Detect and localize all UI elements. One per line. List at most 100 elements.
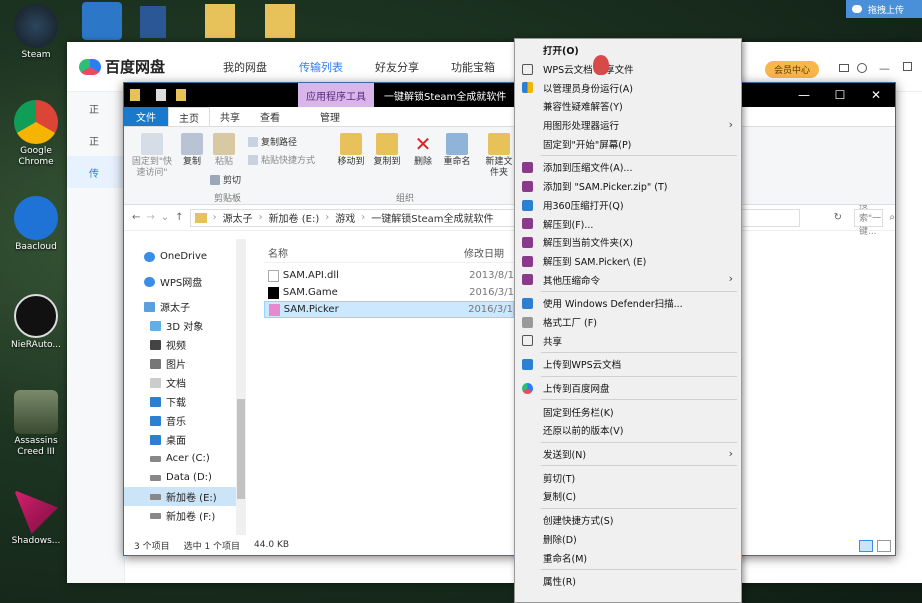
- nav-desktop[interactable]: 桌面: [124, 430, 245, 449]
- copy-to-button[interactable]: 复制到: [370, 133, 404, 168]
- refresh-icon[interactable]: ↻: [834, 212, 842, 223]
- baidu-side-downloading[interactable]: 正: [67, 92, 124, 124]
- tab-home[interactable]: 主页: [168, 107, 210, 126]
- menu-item-rename[interactable]: 重命名(M): [515, 548, 741, 567]
- breadcrumb-current[interactable]: 一键解锁Steam全成就软件: [371, 210, 493, 225]
- menu-item-open[interactable]: 打开(O): [515, 41, 741, 60]
- vip-center-button[interactable]: 会员中心: [765, 61, 819, 78]
- breadcrumb-games[interactable]: 游戏: [335, 210, 355, 225]
- app-shortcut-icon[interactable]: [82, 2, 122, 40]
- baidu-nav-my-disk[interactable]: 我的网盘: [223, 59, 267, 75]
- breadcrumb-drive-e[interactable]: 新加卷 (E:): [269, 210, 320, 225]
- new-folder-button[interactable]: 新建文件夹: [482, 133, 516, 179]
- minimize-icon[interactable]: —: [879, 62, 890, 75]
- nav-music[interactable]: 音乐: [124, 411, 245, 430]
- nav-this-pc[interactable]: 源太子: [124, 297, 245, 316]
- menu-item-delete[interactable]: 删除(D): [515, 530, 741, 549]
- column-name[interactable]: 名称: [264, 245, 464, 260]
- nav-pictures[interactable]: 图片: [124, 354, 245, 373]
- rename-button[interactable]: 重命名: [440, 133, 474, 168]
- baidu-nav-transfer[interactable]: 传输列表: [299, 59, 343, 75]
- search-icon[interactable]: ⌕: [889, 212, 895, 223]
- tab-manage[interactable]: 管理: [310, 107, 350, 126]
- forward-arrow-icon[interactable]: →: [146, 212, 154, 223]
- baidu-nav-share[interactable]: 好友分享: [375, 59, 419, 75]
- tab-file[interactable]: 文件: [124, 107, 168, 126]
- cut-button[interactable]: 剪切: [210, 173, 241, 186]
- desktop-icon-shadows[interactable]: Shadows...: [8, 490, 64, 547]
- back-arrow-icon[interactable]: ←: [132, 212, 140, 223]
- menu-item-pin-taskbar[interactable]: 固定到任务栏(K): [515, 402, 741, 421]
- minimize-button[interactable]: —: [786, 83, 822, 107]
- desktop-icon-steam[interactable]: Steam: [8, 4, 64, 61]
- menu-item-add-archive[interactable]: 添加到压缩文件(A)...: [515, 158, 741, 177]
- search-input[interactable]: 搜索"一键...: [853, 201, 884, 237]
- baidu-side-complete[interactable]: 传: [67, 156, 124, 188]
- menu-item-upload-wps[interactable]: 上传到WPS云文档: [515, 355, 741, 374]
- nav-videos[interactable]: 视频: [124, 335, 245, 354]
- mail-icon[interactable]: [839, 64, 849, 72]
- nav-scrollbar[interactable]: [236, 239, 246, 535]
- chevron-down-icon[interactable]: ⌄: [161, 212, 169, 223]
- tab-share[interactable]: 共享: [210, 107, 250, 126]
- menu-item-cut[interactable]: 剪切(T): [515, 468, 741, 487]
- maximize-button[interactable]: ☐: [822, 83, 858, 107]
- nav-wps[interactable]: WPS网盘: [124, 272, 245, 291]
- desktop-icon-baacloud[interactable]: Baacloud: [8, 196, 64, 253]
- file-row[interactable]: SAM.API.dll 2013/8/1: [264, 267, 514, 284]
- nav-onedrive[interactable]: OneDrive: [124, 247, 245, 266]
- menu-item-compat-troubleshoot[interactable]: 兼容性疑难解答(Y): [515, 97, 741, 116]
- nav-drive-d[interactable]: Data (D:): [124, 468, 245, 487]
- column-date[interactable]: 修改日期: [464, 245, 504, 260]
- up-arrow-icon[interactable]: ↑: [175, 212, 183, 223]
- menu-item-other-compress[interactable]: 其他压缩命令 ›: [515, 270, 741, 289]
- menu-item-run-as-admin[interactable]: 以管理员身份运行(A): [515, 78, 741, 97]
- word-icon[interactable]: [140, 6, 166, 38]
- desktop-icon-chrome[interactable]: Google Chrome: [8, 100, 64, 168]
- menu-item-defender-scan[interactable]: 使用 Windows Defender扫描...: [515, 294, 741, 313]
- menu-item-extract-here[interactable]: 解压到当前文件夹(X): [515, 233, 741, 252]
- menu-item-extract-to[interactable]: 解压到(F)...: [515, 214, 741, 233]
- file-row[interactable]: SAM.Game 2016/3/1: [264, 284, 514, 301]
- paste-shortcut-button[interactable]: 粘贴快捷方式: [248, 153, 315, 166]
- nav-downloads[interactable]: 下载: [124, 392, 245, 411]
- nav-documents[interactable]: 文档: [124, 373, 245, 392]
- folder-icon[interactable]: [265, 4, 295, 38]
- gear-icon[interactable]: [857, 63, 867, 73]
- close-button[interactable]: ✕: [858, 83, 894, 107]
- new-folder-icon[interactable]: [176, 89, 186, 101]
- scrollbar-thumb[interactable]: [237, 399, 245, 499]
- menu-item-restore-versions[interactable]: 还原以前的版本(V): [515, 421, 741, 440]
- nav-drive-c[interactable]: Acer (C:): [124, 449, 245, 468]
- desktop-icon-assassins-creed[interactable]: Assassins Creed III: [8, 390, 64, 458]
- menu-item-upload-baidu[interactable]: 上传到百度网盘: [515, 379, 741, 398]
- menu-item-wps-share[interactable]: WPS云文档 分享文件: [515, 60, 741, 79]
- file-row-selected[interactable]: SAM.Picker 2016/3/1: [264, 301, 514, 318]
- upload-drag-button[interactable]: 拖拽上传: [846, 0, 922, 18]
- folder-icon[interactable]: [205, 4, 235, 38]
- properties-icon[interactable]: [156, 89, 166, 101]
- pin-quick-access-button[interactable]: 固定到"快速访问": [128, 133, 176, 179]
- baidu-side-uploading[interactable]: 正: [67, 124, 124, 156]
- move-to-button[interactable]: 移动到: [334, 133, 368, 168]
- baidu-nav-tools[interactable]: 功能宝箱: [451, 59, 495, 75]
- paste-button[interactable]: 粘贴: [210, 133, 238, 168]
- menu-item-open-360zip[interactable]: 用360压缩打开(Q): [515, 196, 741, 215]
- menu-item-share[interactable]: 共享: [515, 331, 741, 350]
- menu-item-create-shortcut[interactable]: 创建快捷方式(S): [515, 511, 741, 530]
- desktop-icon-nierautomata[interactable]: NieRAuto...: [8, 294, 64, 351]
- menu-item-send-to[interactable]: 发送到(N) ›: [515, 445, 741, 464]
- menu-item-copy[interactable]: 复制(C): [515, 487, 741, 506]
- large-icons-view-icon[interactable]: [877, 540, 891, 552]
- breadcrumb-user[interactable]: 源太子: [223, 210, 253, 225]
- delete-button[interactable]: ✕ 删除: [410, 133, 436, 168]
- menu-item-extract-folder[interactable]: 解压到 SAM.Picker\ (E): [515, 252, 741, 271]
- nav-3d-objects[interactable]: 3D 对象: [124, 316, 245, 335]
- maximize-icon[interactable]: [903, 62, 912, 71]
- menu-item-format-factory[interactable]: 格式工厂 (F): [515, 313, 741, 332]
- nav-drive-f[interactable]: 新加卷 (F:): [124, 506, 245, 525]
- menu-item-add-zip[interactable]: 添加到 "SAM.Picker.zip" (T): [515, 177, 741, 196]
- details-view-icon[interactable]: [859, 540, 873, 552]
- menu-item-run-with-gpu[interactable]: 用图形处理器运行 ›: [515, 116, 741, 135]
- tab-view[interactable]: 查看: [250, 107, 290, 126]
